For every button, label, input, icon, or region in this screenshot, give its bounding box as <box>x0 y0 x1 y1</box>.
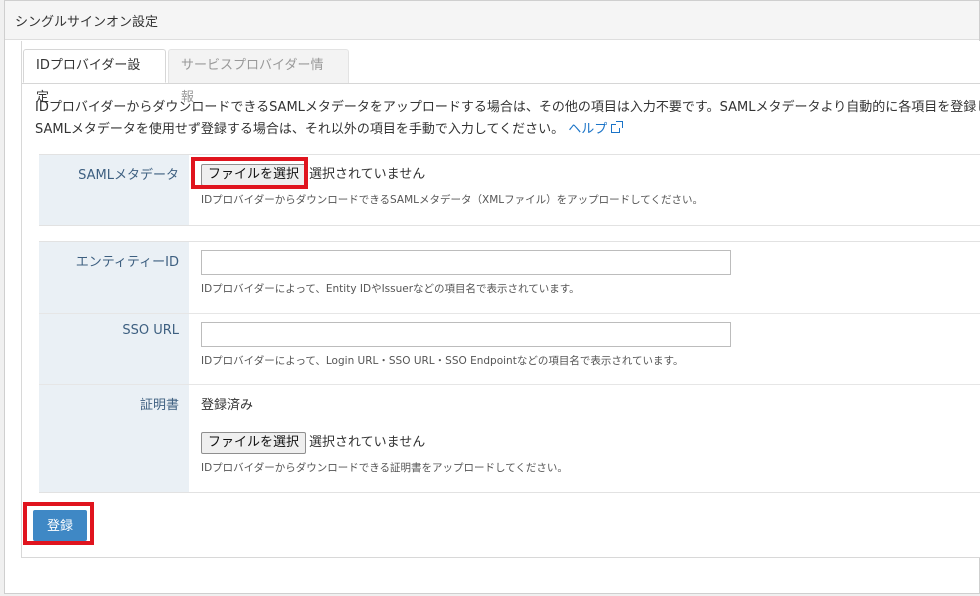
entity-id-input[interactable] <box>201 250 731 275</box>
sso-url-hint: IDプロバイダーによって、Login URL・SSO URL・SSO Endpo… <box>201 355 684 367</box>
help-link-label: ヘルプ <box>568 122 608 137</box>
saml-metadata-hint: IDプロバイダーからダウンロードできるSAMLメタデータ（XMLファイル）をアッ… <box>201 194 703 206</box>
external-link-icon <box>611 121 624 133</box>
certificate-value: 登録済み ファイルを選択 選択されていません IDプロバイダーからダウンロードでき… <box>189 385 980 492</box>
entity-id-hint: IDプロバイダーによって、Entity IDやIssuerなどの項目名で表示され… <box>201 283 580 295</box>
saml-metadata-label: SAMLメタデータ <box>39 155 189 225</box>
saml-metadata-row: SAMLメタデータ ファイルを選択 選択されていません IDプロバイダーからダウン… <box>39 155 980 225</box>
certificate-file-status: 選択されていません <box>309 435 426 450</box>
manual-fields-block: エンティティーID IDプロバイダーによって、Entity IDやIssuerな… <box>39 241 980 493</box>
certificate-hint: IDプロバイダーからダウンロードできる証明書をアップロードしてください。 <box>201 462 568 474</box>
saml-file-picker: ファイルを選択 選択されていません <box>201 163 980 186</box>
file-button-highlight <box>191 157 308 189</box>
certificate-status: 登録済み <box>201 398 254 413</box>
window-header: シングルサインオン設定 <box>5 1 979 40</box>
sso-url-value: IDプロバイダーによって、Login URL・SSO URL・SSO Endpo… <box>189 314 980 384</box>
tab-sp-info[interactable]: サービスプロバイダー情報 <box>168 49 349 105</box>
help-link[interactable]: ヘルプ <box>568 121 624 137</box>
entity-id-row: エンティティーID IDプロバイダーによって、Entity IDやIssuerな… <box>39 242 980 314</box>
certificate-row: 証明書 登録済み ファイルを選択 選択されていません IDプロバイダーからダウンロ… <box>39 385 980 492</box>
sso-url-label: SSO URL <box>39 314 189 384</box>
window-title: シングルサインオン設定 <box>15 15 159 30</box>
settings-window: シングルサインオン設定 IDプロバイダー設定 サービスプロバイダー情報 IDプロ… <box>4 0 980 594</box>
entity-id-label: エンティティーID <box>39 242 189 313</box>
tab-bar: IDプロバイダー設定 サービスプロバイダー情報 <box>22 49 980 105</box>
sso-url-row: SSO URL IDプロバイダーによって、Login URL・SSO URL・S… <box>39 314 980 385</box>
saml-metadata-block: SAMLメタデータ ファイルを選択 選択されていません IDプロバイダーからダウン… <box>39 154 980 226</box>
description-line-2: SAMLメタデータを使用せず登録する場合は、それ以外の項目を手動で入力してくださ… <box>35 119 980 141</box>
settings-panel: IDプロバイダー設定 サービスプロバイダー情報 IDプロバイダーからダウンロード… <box>21 41 980 558</box>
certificate-file-select-button[interactable]: ファイルを選択 <box>201 432 307 454</box>
sso-url-input[interactable] <box>201 322 731 347</box>
description: IDプロバイダーからダウンロードできるSAMLメタデータをアップロードする場合は… <box>35 97 980 141</box>
description-line-2-text: SAMLメタデータを使用せず登録する場合は、それ以外の項目を手動で入力してくださ… <box>35 122 565 137</box>
saml-file-status: 選択されていません <box>309 167 426 182</box>
certificate-label: 証明書 <box>39 385 189 492</box>
description-line-1: IDプロバイダーからダウンロードできるSAMLメタデータをアップロードする場合は… <box>35 100 980 115</box>
certificate-file-picker: ファイルを選択 選択されていません <box>201 431 980 454</box>
register-button-highlight <box>23 502 94 545</box>
tab-idp-settings[interactable]: IDプロバイダー設定 <box>23 49 166 105</box>
entity-id-value: IDプロバイダーによって、Entity IDやIssuerなどの項目名で表示され… <box>189 242 980 313</box>
